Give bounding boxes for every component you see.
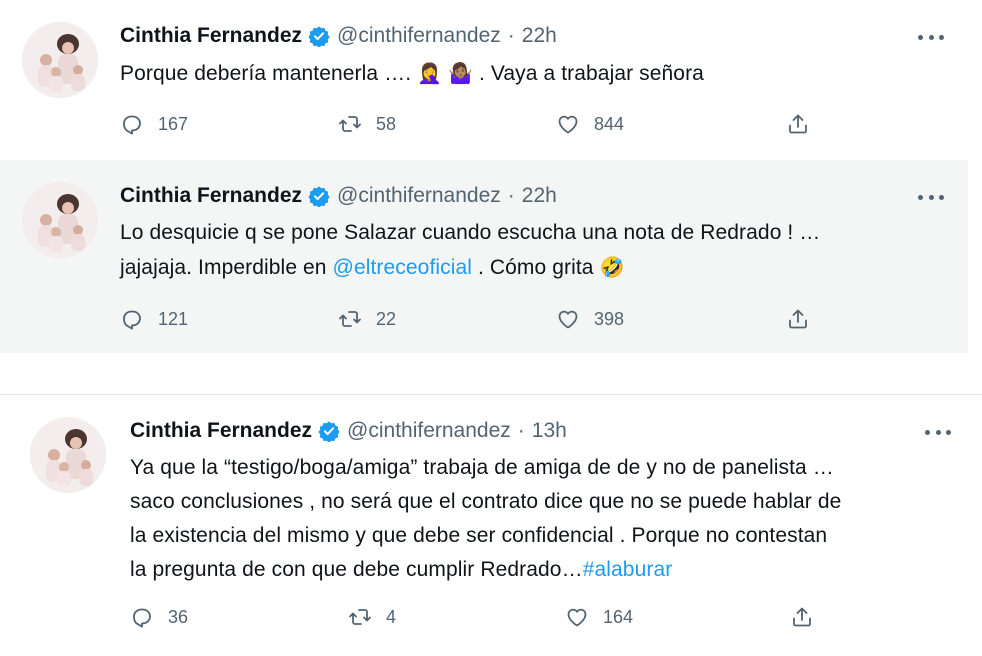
verified-badge-icon: [308, 186, 330, 207]
share-icon: [789, 114, 807, 134]
tweet-text-line: jajajaja. Imperdible en @eltreceoficial …: [120, 250, 820, 285]
tweet-text: Porque debería mantenerla …. 🤦‍♀️ 🤷🏽‍♀️ …: [120, 56, 704, 91]
reply-count: 36: [168, 606, 189, 627]
share-icon: [789, 309, 807, 329]
reply-icon: [123, 115, 141, 135]
retweet-icon: [339, 311, 361, 327]
reply-count: 167: [158, 113, 189, 134]
tweet-text: Ya que la “testigo/boga/amiga” trabaja d…: [130, 451, 841, 587]
retweet-icon: [349, 609, 371, 625]
retweet-button[interactable]: 22: [338, 307, 396, 331]
avatar[interactable]: [22, 22, 98, 98]
tweet-time[interactable]: 22h: [522, 24, 557, 48]
tweet-text-part: . Cómo grita: [472, 256, 600, 279]
reply-button[interactable]: 167: [120, 112, 188, 136]
like-count: 164: [603, 606, 634, 627]
avatar-photo: [22, 182, 98, 258]
author-handle[interactable]: @cinthifernandez: [337, 184, 501, 208]
retweet-icon: [339, 116, 361, 132]
avatar[interactable]: [22, 182, 98, 258]
more-icon[interactable]: [925, 427, 951, 437]
tweet-time[interactable]: 13h: [532, 419, 567, 443]
like-count: 398: [594, 308, 625, 329]
more-icon[interactable]: [918, 192, 944, 202]
share-button[interactable]: [790, 605, 814, 629]
author-handle[interactable]: @cinthifernandez: [347, 419, 511, 443]
tweet-text-line: la existencia del mismo y que debe ser c…: [130, 524, 828, 547]
tweet-header: Cinthia Fernandez @cinthifernandez · 22h: [120, 184, 557, 208]
facepalm-emoji: 🤦‍♀️: [417, 61, 443, 85]
like-icon: [558, 115, 578, 134]
like-button[interactable]: 398: [556, 307, 624, 331]
separator-dot: ·: [517, 419, 525, 442]
shrug-emoji: 🤷🏽‍♀️: [448, 61, 474, 85]
tweet[interactable]: Cinthia Fernandez @cinthifernandez · 13h…: [0, 394, 982, 656]
like-icon: [558, 310, 578, 329]
tweet-header: Cinthia Fernandez @cinthifernandez · 22h: [120, 24, 557, 48]
author-name[interactable]: Cinthia Fernandez: [130, 419, 312, 443]
reply-count: 121: [158, 308, 189, 329]
tweet-text-part: Porque debería mantenerla ….: [120, 62, 418, 85]
tweet-text-part: . Vaya a trabajar señora: [473, 62, 704, 85]
share-icon: [793, 607, 811, 627]
more-icon[interactable]: [918, 32, 944, 42]
like-count: 844: [594, 113, 625, 134]
tweet-text: Lo desquicie q se pone Salazar cuando es…: [120, 216, 820, 285]
tweet-text-line: saco conclusiones , no será que el contr…: [130, 490, 842, 513]
laughing-emoji: 🤣: [599, 255, 625, 279]
tweet-text-line: Ya que la “testigo/boga/amiga” trabaja d…: [130, 456, 834, 479]
retweet-count: 58: [376, 113, 397, 134]
reply-button[interactable]: 121: [120, 307, 188, 331]
verified-badge-icon: [318, 421, 340, 442]
hashtag-link[interactable]: #alaburar: [583, 558, 673, 581]
separator-dot: ·: [507, 184, 515, 207]
share-button[interactable]: [786, 112, 810, 136]
tweet[interactable]: Cinthia Fernandez @cinthifernandez · 22h…: [0, 0, 982, 160]
retweet-button[interactable]: 58: [338, 112, 396, 136]
author-name[interactable]: Cinthia Fernandez: [120, 24, 302, 48]
tweet-text-line: la pregunta de con que debe cumplir Redr…: [130, 553, 841, 587]
author-name[interactable]: Cinthia Fernandez: [120, 184, 302, 208]
avatar-photo: [30, 417, 106, 493]
like-button[interactable]: 844: [556, 112, 624, 136]
verified-badge-icon: [308, 26, 330, 47]
tweet-header: Cinthia Fernandez @cinthifernandez · 13h: [130, 419, 567, 443]
reply-button[interactable]: 36: [130, 605, 188, 629]
mention-link[interactable]: @eltreceoficial: [333, 256, 473, 279]
tweet-time[interactable]: 22h: [522, 184, 557, 208]
tweet-text-line: Lo desquicie q se pone Salazar cuando es…: [120, 221, 821, 244]
tweet-text-part: jajajaja. Imperdible en: [120, 256, 333, 279]
avatar-photo: [22, 22, 98, 98]
like-icon: [567, 608, 587, 627]
reply-icon: [123, 310, 141, 330]
avatar[interactable]: [30, 417, 106, 493]
retweet-count: 4: [386, 606, 397, 627]
share-button[interactable]: [786, 307, 810, 331]
reply-icon: [133, 608, 151, 628]
retweet-count: 22: [376, 308, 397, 329]
separator-dot: ·: [507, 24, 515, 47]
like-button[interactable]: 164: [565, 605, 633, 629]
tweet-text-part: la pregunta de con que debe cumplir Redr…: [130, 558, 583, 581]
retweet-button[interactable]: 4: [348, 605, 396, 629]
author-handle[interactable]: @cinthifernandez: [337, 24, 501, 48]
tweet[interactable]: Cinthia Fernandez @cinthifernandez · 22h…: [0, 160, 968, 353]
